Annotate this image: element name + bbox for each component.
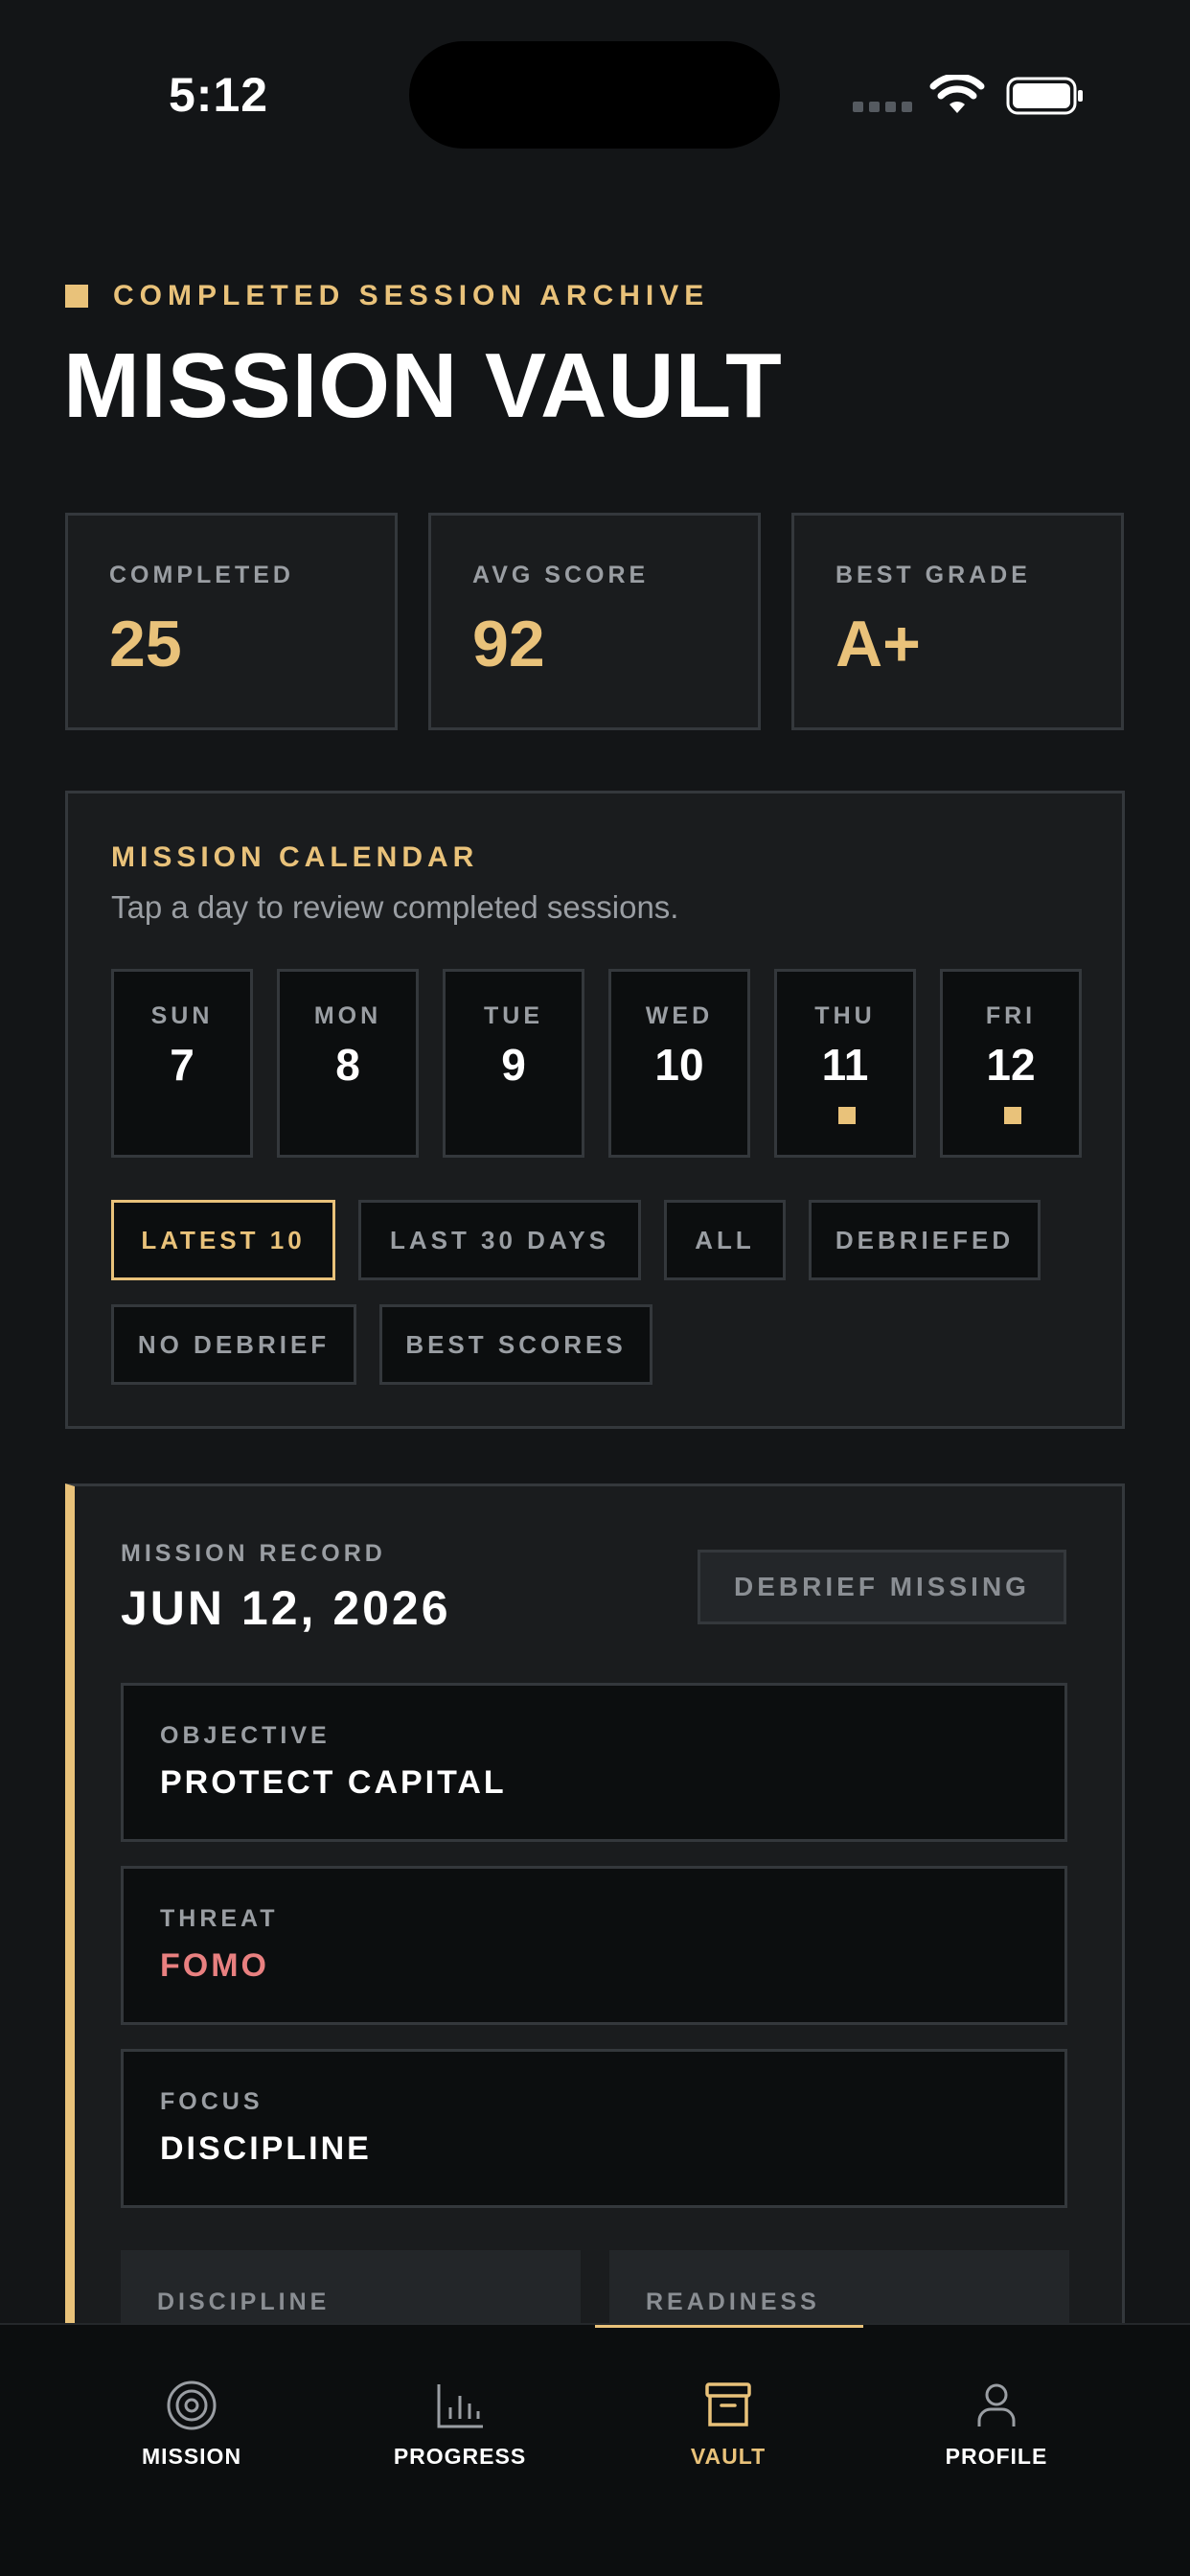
metric-label: READINESS [646, 2288, 820, 2315]
tab-label: PROGRESS [393, 2444, 527, 2469]
calendar-subtitle: Tap a day to review completed sessions. [111, 889, 679, 925]
tab-label: PROFILE [945, 2444, 1048, 2469]
tab-profile[interactable]: PROFILE [901, 2379, 1092, 2470]
calendar-day-mon[interactable]: MON 8 [277, 969, 419, 1158]
filter-no-debrief[interactable]: NO DEBRIEF [111, 1304, 356, 1385]
objective-field: OBJECTIVE PROTECT CAPITAL [121, 1683, 1067, 1842]
field-label: THREAT [160, 1905, 279, 1932]
day-number: 8 [335, 1040, 360, 1090]
mission-record-card[interactable]: MISSION RECORD JUN 12, 2026 DEBRIEF MISS… [65, 1484, 1125, 2346]
field-label: OBJECTIVE [160, 1722, 331, 1749]
cellular-signal-icon [853, 102, 912, 112]
filter-latest-10[interactable]: LATEST 10 [111, 1200, 335, 1280]
mission-calendar: MISSION CALENDAR Tap a day to review com… [65, 791, 1125, 1429]
tab-bar: MISSION PROGRESS VAULT PROFILE [0, 2323, 1190, 2576]
status-time: 5:12 [169, 68, 269, 122]
session-marker-icon [1004, 1107, 1021, 1124]
stat-value: 25 [109, 608, 182, 680]
day-name: TUE [484, 1002, 543, 1029]
page-title: MISSION VAULT [63, 334, 783, 437]
wifi-icon [929, 75, 985, 113]
calendar-day-wed[interactable]: WED 10 [608, 969, 750, 1158]
session-marker-icon [838, 1107, 856, 1124]
stat-label: AVG SCORE [472, 562, 650, 588]
archive-box-icon [705, 2382, 751, 2426]
filter-all[interactable]: ALL [664, 1200, 786, 1280]
day-number: 9 [501, 1040, 526, 1090]
stat-card-best-grade: BEST GRADE A+ [791, 513, 1124, 730]
filter-best-scores[interactable]: BEST SCORES [379, 1304, 652, 1385]
day-number: 10 [654, 1040, 704, 1090]
stat-value: A+ [835, 608, 921, 680]
day-name: THU [814, 1002, 876, 1029]
stat-label: COMPLETED [109, 562, 294, 588]
bar-chart-icon [437, 2384, 483, 2428]
threat-field: THREAT FOMO [121, 1866, 1067, 2025]
record-label: MISSION RECORD [121, 1540, 386, 1567]
metric-label: DISCIPLINE [157, 2288, 331, 2315]
calendar-day-fri[interactable]: FRI 12 [940, 969, 1082, 1158]
dynamic-island [409, 41, 780, 149]
field-value: PROTECT CAPITAL [160, 1764, 507, 1801]
filter-debriefed[interactable]: DEBRIEFED [809, 1200, 1041, 1280]
filter-last-30-days[interactable]: LAST 30 DAYS [358, 1200, 641, 1280]
person-icon [977, 2383, 1016, 2426]
field-value: DISCIPLINE [160, 2130, 372, 2167]
battery-icon [1006, 77, 1083, 115]
day-name: FRI [985, 1002, 1037, 1029]
calendar-title: MISSION CALENDAR [111, 841, 479, 873]
stat-label: BEST GRADE [835, 562, 1031, 588]
target-icon [167, 2380, 217, 2430]
stat-card-avg-score: AVG SCORE 92 [428, 513, 761, 730]
day-number: 12 [986, 1040, 1036, 1090]
day-name: SUN [150, 1002, 214, 1029]
tab-vault[interactable]: VAULT [632, 2379, 824, 2470]
field-value: FOMO [160, 1947, 269, 1984]
calendar-day-sun[interactable]: SUN 7 [111, 969, 253, 1158]
focus-field: FOCUS DISCIPLINE [121, 2049, 1067, 2208]
tab-mission[interactable]: MISSION [96, 2379, 287, 2470]
section-eyebrow: COMPLETED SESSION ARCHIVE [65, 280, 709, 312]
stat-value: 92 [472, 608, 545, 680]
eyebrow-square-icon [65, 285, 88, 308]
active-tab-indicator [595, 2325, 863, 2328]
tab-progress[interactable]: PROGRESS [364, 2379, 556, 2470]
day-number: 7 [170, 1040, 195, 1090]
calendar-day-thu[interactable]: THU 11 [774, 969, 916, 1158]
record-date: JUN 12, 2026 [121, 1581, 451, 1635]
field-label: FOCUS [160, 2088, 263, 2115]
tab-label: MISSION [141, 2444, 242, 2469]
day-number: 11 [821, 1040, 869, 1090]
calendar-day-tue[interactable]: TUE 9 [443, 969, 584, 1158]
day-name: MON [313, 1002, 382, 1029]
debrief-status-badge[interactable]: DEBRIEF MISSING [698, 1550, 1066, 1624]
eyebrow-label: COMPLETED SESSION ARCHIVE [113, 280, 710, 311]
day-name: WED [645, 1002, 714, 1029]
stat-card-completed: COMPLETED 25 [65, 513, 398, 730]
tab-label: VAULT [690, 2444, 767, 2469]
